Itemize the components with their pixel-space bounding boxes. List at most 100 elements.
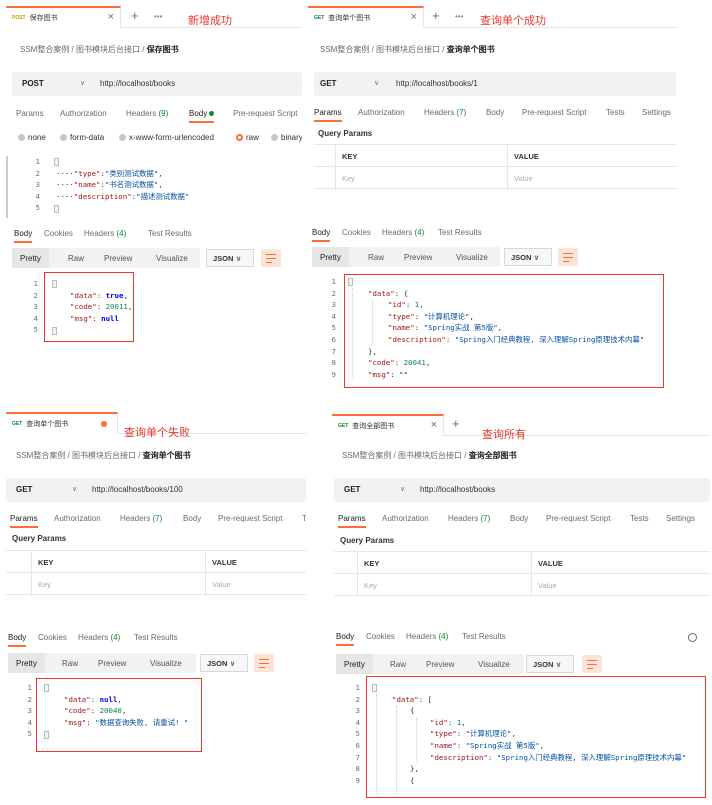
- tab-tests[interactable]: Tests: [606, 108, 625, 117]
- url-input[interactable]: http://localhost/books: [420, 485, 495, 494]
- radio-raw[interactable]: raw: [236, 133, 259, 142]
- resp-tab-cookies[interactable]: Cookies: [342, 228, 371, 237]
- format-pretty[interactable]: Pretty: [312, 247, 349, 267]
- tab-params[interactable]: Params: [10, 514, 38, 528]
- format-raw[interactable]: Raw: [68, 254, 84, 263]
- chevron-down-icon[interactable]: ∨: [72, 485, 77, 493]
- tab-params[interactable]: Params: [16, 109, 44, 118]
- wrap-lines-icon[interactable]: [558, 248, 578, 266]
- resp-tab-headers[interactable]: Headers (4): [78, 633, 120, 642]
- close-icon[interactable]: ×: [431, 419, 437, 431]
- resp-tab-test-results[interactable]: Test Results: [134, 633, 178, 642]
- tab-pre-request-script[interactable]: Pre-request Script: [218, 514, 282, 523]
- format-pretty[interactable]: Pretty: [12, 248, 49, 268]
- key-input[interactable]: Key: [38, 580, 51, 589]
- format-visualize[interactable]: Visualize: [456, 253, 488, 262]
- tab-headers[interactable]: Headers (9): [126, 109, 168, 118]
- radio-binary[interactable]: binary: [271, 133, 302, 142]
- format-pretty[interactable]: Pretty: [8, 653, 45, 673]
- resp-tab-headers[interactable]: Headers (4): [406, 632, 448, 641]
- format-json-select[interactable]: JSON ∨: [504, 248, 552, 266]
- value-input[interactable]: Value: [538, 581, 557, 590]
- format-json-select[interactable]: JSON ∨: [526, 655, 574, 673]
- method-select[interactable]: POST: [22, 79, 44, 88]
- wrap-lines-icon[interactable]: [254, 654, 274, 672]
- format-raw[interactable]: Raw: [390, 660, 406, 669]
- more-icon[interactable]: •••: [455, 12, 463, 21]
- plus-icon[interactable]: +: [131, 8, 139, 23]
- tab-pre-request-script[interactable]: Pre-request Script: [522, 108, 586, 117]
- radio-urlencoded[interactable]: x-www-form-urlencoded: [119, 133, 214, 142]
- format-json-select[interactable]: JSON ∨: [200, 654, 248, 672]
- breadcrumb-parent[interactable]: SSM整合案例 / 图书模块后台接口 /: [16, 451, 140, 460]
- method-select[interactable]: GET: [344, 485, 360, 494]
- value-input[interactable]: Value: [212, 580, 231, 589]
- request-body-editor[interactable]: 1 2 3 4 5 ····"type":"类别测试数据", ····"name…: [6, 156, 302, 218]
- wrap-lines-icon[interactable]: [261, 249, 281, 267]
- tab-body[interactable]: Body: [486, 108, 504, 117]
- method-select[interactable]: GET: [320, 79, 336, 88]
- tab-authorization[interactable]: Authorization: [54, 514, 101, 523]
- request-tab[interactable]: GET 查询单个图书 ×: [308, 6, 424, 28]
- tab-body[interactable]: Body: [189, 109, 215, 123]
- breadcrumb-parent[interactable]: SSM整合案例 / 图书模块后台接口 /: [342, 451, 466, 460]
- format-preview[interactable]: Preview: [98, 659, 126, 668]
- tab-headers[interactable]: Headers (7): [448, 514, 490, 523]
- plus-icon[interactable]: +: [432, 8, 440, 23]
- format-preview[interactable]: Preview: [404, 253, 432, 262]
- format-preview[interactable]: Preview: [104, 254, 132, 263]
- tab-tests[interactable]: T: [302, 514, 306, 523]
- url-input[interactable]: http://localhost/books/1: [396, 79, 478, 88]
- plus-icon[interactable]: +: [452, 416, 460, 431]
- format-json-select[interactable]: JSON ∨: [206, 249, 254, 267]
- request-tab[interactable]: GET 查询单个图书: [6, 412, 118, 434]
- format-visualize[interactable]: Visualize: [150, 659, 182, 668]
- more-icon[interactable]: •••: [154, 12, 162, 21]
- resp-tab-headers[interactable]: Headers (4): [84, 229, 126, 238]
- radio-form-data[interactable]: form-data: [60, 133, 104, 142]
- close-icon[interactable]: ×: [108, 11, 114, 23]
- resp-tab-body[interactable]: Body: [312, 228, 331, 242]
- globe-icon[interactable]: [688, 633, 697, 642]
- tab-body[interactable]: Body: [510, 514, 528, 523]
- tab-settings[interactable]: Settings: [642, 108, 671, 117]
- tab-pre-request-script[interactable]: Pre-request Script: [233, 109, 297, 118]
- resp-tab-test-results[interactable]: Test Results: [438, 228, 482, 237]
- resp-tab-body[interactable]: Body: [8, 633, 27, 647]
- resp-tab-test-results[interactable]: Test Results: [148, 229, 192, 238]
- tab-params[interactable]: Params: [314, 108, 342, 122]
- url-input[interactable]: http://localhost/books/100: [92, 485, 183, 494]
- tab-headers[interactable]: Headers (7): [120, 514, 162, 523]
- format-preview[interactable]: Preview: [426, 660, 454, 669]
- radio-none[interactable]: none: [18, 133, 46, 142]
- format-raw[interactable]: Raw: [368, 253, 384, 262]
- tab-authorization[interactable]: Authorization: [60, 109, 107, 118]
- tab-params[interactable]: Params: [338, 514, 366, 528]
- breadcrumb-parent[interactable]: SSM整合案例 / 图书模块后台接口 /: [320, 45, 444, 54]
- value-input[interactable]: Value: [514, 174, 533, 183]
- format-visualize[interactable]: Visualize: [478, 660, 510, 669]
- method-select[interactable]: GET: [16, 485, 32, 494]
- close-icon[interactable]: ×: [411, 11, 417, 23]
- key-input[interactable]: Key: [342, 174, 355, 183]
- resp-tab-cookies[interactable]: Cookies: [366, 632, 395, 641]
- format-visualize[interactable]: Visualize: [156, 254, 188, 263]
- chevron-down-icon[interactable]: ∨: [374, 79, 379, 87]
- fold-icon[interactable]: [54, 158, 59, 166]
- chevron-down-icon[interactable]: ∨: [400, 485, 405, 493]
- request-tab[interactable]: POST 保存图书 ×: [6, 6, 121, 28]
- key-input[interactable]: Key: [364, 581, 377, 590]
- request-tab[interactable]: GET 查询全部图书 ×: [332, 414, 444, 436]
- wrap-lines-icon[interactable]: [582, 655, 602, 673]
- resp-tab-body[interactable]: Body: [336, 632, 355, 646]
- chevron-down-icon[interactable]: ∨: [80, 79, 85, 87]
- tab-authorization[interactable]: Authorization: [382, 514, 429, 523]
- fold-icon[interactable]: [54, 205, 59, 213]
- tab-tests[interactable]: Tests: [630, 514, 649, 523]
- url-input[interactable]: http://localhost/books: [100, 79, 175, 88]
- resp-tab-body[interactable]: Body: [14, 229, 33, 243]
- resp-tab-cookies[interactable]: Cookies: [38, 633, 67, 642]
- tab-body[interactable]: Body: [183, 514, 201, 523]
- format-raw[interactable]: Raw: [62, 659, 78, 668]
- tab-settings[interactable]: Settings: [666, 514, 695, 523]
